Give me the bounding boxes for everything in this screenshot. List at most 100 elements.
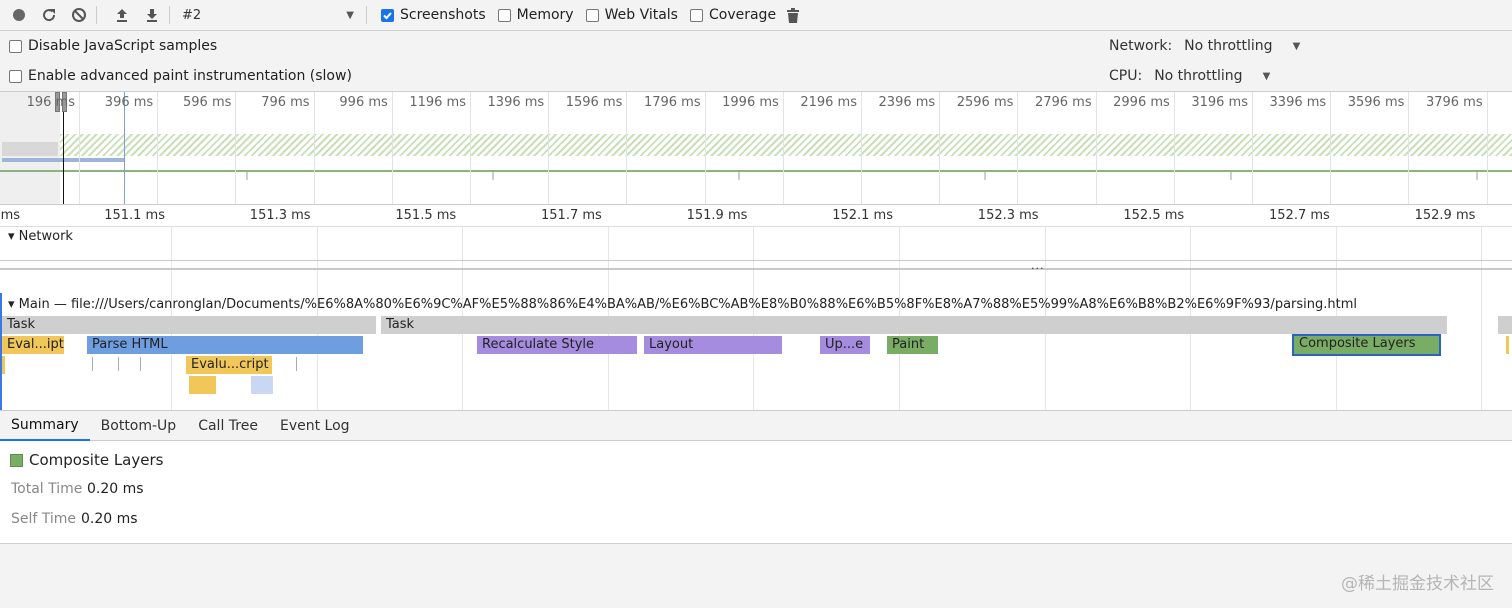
memory-label: Memory [516, 7, 574, 23]
overview-frame-notch [1230, 172, 1232, 180]
network-track[interactable]: ▾ Network [0, 227, 1512, 263]
cpu-throttling[interactable]: CPU: No throttling ▼ [1109, 68, 1270, 84]
overview-cpu-activity [2, 142, 58, 156]
recalculate-style-event[interactable]: Recalculate Style [477, 336, 637, 354]
chevron-down-icon: ▼ [1262, 70, 1271, 82]
overview-tick-label: 2796 ms [1034, 95, 1092, 110]
task-event[interactable]: Task [381, 316, 1447, 334]
screenshots-checkbox[interactable]: Screenshots [381, 7, 486, 23]
coverage-checkbox[interactable]: Coverage [689, 7, 777, 23]
overview-gridline [704, 92, 706, 204]
evaluate-script-event[interactable]: Evalu...cript [186, 356, 272, 374]
overview-frames-line [0, 170, 1512, 172]
reload-icon [43, 9, 56, 22]
track-splitter[interactable] [0, 268, 1512, 270]
time-ruler-label: 152.1 ms [832, 208, 893, 223]
chevron-down-icon: ▼ [1292, 40, 1301, 52]
checkbox-icon [9, 39, 22, 53]
time-ruler-label: 151.5 ms [395, 208, 457, 223]
overview-gridline [861, 92, 862, 204]
main-thread-title: Main — file:///Users/canronglan/Document… [18, 297, 1357, 312]
summary-header: Composite Layers [10, 451, 163, 469]
overview-frame-notch [984, 172, 986, 180]
overview-gridline [157, 92, 159, 204]
overview-gridline [470, 92, 471, 204]
overview-tick-label: 2196 ms [800, 95, 857, 110]
clear-icon [72, 8, 86, 22]
time-ruler-label: 151.3 ms [249, 208, 311, 223]
checkbox-checked-icon [381, 8, 394, 22]
toolbar-separator [366, 6, 367, 24]
screenshots-label: Screenshots [400, 7, 486, 23]
tab-event-log[interactable]: Event Log [269, 410, 361, 441]
parse-event-small[interactable] [251, 376, 273, 394]
memory-checkbox[interactable]: Memory [497, 7, 574, 23]
overview-tick-label: 2396 ms [878, 95, 936, 110]
overview-frame-notch [738, 172, 740, 180]
category-swatch [10, 453, 23, 467]
overview-frame-notch [246, 172, 248, 180]
overview-tick-label: 1396 ms [487, 95, 545, 110]
reload-button[interactable] [38, 4, 60, 26]
network-throttling[interactable]: Network: No throttling ▼ [1109, 38, 1300, 54]
save-profile-button[interactable] [141, 4, 163, 26]
collect-garbage-button[interactable] [782, 4, 804, 26]
script-event-small[interactable] [189, 376, 216, 394]
resize-handle-icon[interactable]: ... [1031, 259, 1045, 272]
overview-gridline [782, 92, 784, 204]
tab-bottom-up[interactable]: Bottom-Up [90, 410, 188, 441]
advanced-paint-checkbox[interactable]: Enable advanced paint instrumentation (s… [9, 68, 352, 84]
self-time-value: 0.20 ms [81, 511, 138, 527]
tab-summary[interactable]: Summary [0, 410, 90, 441]
overview-gridline [1017, 92, 1019, 204]
overview-tick-label: 1196 ms [409, 95, 466, 110]
task-event[interactable]: Task [2, 316, 376, 334]
overview-tick-label: 3396 ms [1269, 95, 1327, 110]
network-label: Network: [1109, 38, 1173, 54]
parse-html-event[interactable]: Parse HTML [87, 336, 363, 354]
update-layer-tree-event[interactable]: Up...e [820, 336, 870, 354]
flame-tick [296, 357, 297, 371]
overview-tick-label: 396 ms [104, 95, 154, 110]
checkbox-icon [689, 8, 703, 22]
overview-gridline [235, 92, 237, 204]
web-vitals-checkbox[interactable]: Web Vitals [585, 7, 678, 23]
capture-settings-pane: Disable JavaScript samples Enable advanc… [0, 31, 1512, 91]
cpu-throttling-value: No throttling [1154, 68, 1243, 84]
trash-icon [787, 7, 800, 23]
toolbar-separator [96, 6, 97, 24]
time-ruler-label: 152.5 ms [1123, 208, 1185, 223]
overview-tick-label: 1596 ms [565, 95, 623, 110]
overview-tick-label: 996 ms [339, 95, 388, 110]
disable-js-samples-checkbox[interactable]: Disable JavaScript samples [9, 38, 217, 54]
time-ruler-label: 151.7 ms [541, 208, 602, 223]
flame-chart[interactable]: ms 151.1 ms 151.3 ms 151.5 ms 151.7 ms 151.9 … [0, 205, 1512, 410]
layout-event[interactable]: Layout [644, 336, 782, 354]
task-event-partial[interactable] [1498, 316, 1512, 334]
self-time-label: Self Time [11, 511, 77, 527]
overview-gridline [548, 92, 550, 204]
checkbox-icon [585, 8, 599, 22]
overview-tick-label: 3596 ms [1347, 95, 1405, 110]
evaluate-script-event[interactable]: Eval...ipt [2, 336, 64, 354]
overview-tick-label: 196 ms [26, 95, 75, 110]
load-profile-button[interactable] [111, 4, 133, 26]
overview-gridline [391, 92, 393, 204]
script-event-partial[interactable] [1506, 336, 1509, 354]
record-button[interactable] [8, 4, 30, 26]
timeline-overview[interactable]: 196 ms 396 ms 596 ms 796 ms 996 ms 1196 ms 139… [0, 91, 1512, 205]
composite-layers-event[interactable]: Composite Layers [1292, 334, 1441, 356]
overview-gridline [1252, 92, 1253, 204]
overview-tick-label: 1996 ms [722, 95, 779, 110]
main-thread-header[interactable]: ▾ Main — file:///Users/canronglan/Docume… [8, 297, 1357, 312]
script-event-small[interactable] [2, 356, 5, 374]
clear-button[interactable] [68, 4, 90, 26]
coverage-label: Coverage [708, 7, 777, 23]
recording-select[interactable]: #2 ▼ [182, 8, 360, 23]
network-track-header[interactable]: ▾ Network [8, 229, 73, 244]
tab-call-tree[interactable]: Call Tree [187, 410, 269, 441]
overview-frame-notch [492, 172, 494, 180]
overview-gridline [1095, 92, 1097, 204]
time-ruler-label: 152.3 ms [977, 208, 1039, 223]
paint-event[interactable]: Paint [887, 336, 938, 354]
